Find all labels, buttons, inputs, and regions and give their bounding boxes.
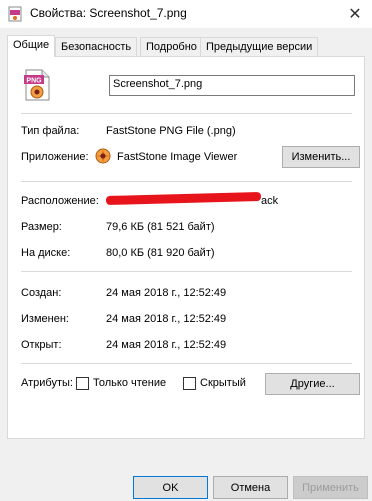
- size-label: Размер:: [21, 221, 62, 233]
- tab-previous-versions[interactable]: Предыдущие версии: [200, 37, 319, 56]
- change-app-button[interactable]: Изменить...: [282, 146, 360, 168]
- tab-bar: Общие Безопасность Подробно Предыдущие в…: [7, 35, 367, 57]
- general-panel: PNG Screenshot_7.png Тип файла: FastSton…: [7, 56, 365, 439]
- modified-value: 24 мая 2018 г., 12:52:49: [106, 313, 227, 325]
- created-value: 24 мая 2018 г., 12:52:49: [106, 287, 227, 299]
- other-attributes-button[interactable]: Другие...: [265, 373, 360, 395]
- file-type-label: Тип файла:: [21, 125, 80, 137]
- tab-general[interactable]: Общие: [7, 35, 56, 57]
- opened-value: 24 мая 2018 г., 12:52:49: [106, 339, 227, 351]
- separator: [21, 113, 352, 114]
- readonly-checkbox[interactable]: [76, 377, 89, 390]
- close-icon[interactable]: ✕: [338, 0, 372, 28]
- png-file-icon: PNG: [24, 69, 50, 101]
- location-value: ack: [261, 195, 279, 207]
- disk-size-label: На диске:: [21, 247, 71, 259]
- hidden-label[interactable]: Скрытый: [200, 377, 246, 389]
- apply-button[interactable]: Применить: [293, 476, 368, 499]
- file-name-field[interactable]: Screenshot_7.png: [109, 75, 355, 96]
- file-type-value: FastStone PNG File (.png): [106, 125, 236, 137]
- separator: [21, 181, 352, 182]
- window-title: Свойства: Screenshot_7.png: [30, 6, 187, 20]
- hidden-checkbox[interactable]: [183, 377, 196, 390]
- redaction-mark: [105, 191, 262, 206]
- location-label: Расположение:: [21, 195, 99, 207]
- readonly-label[interactable]: Только чтение: [93, 377, 166, 389]
- title-bar: Свойства: Screenshot_7.png ✕: [0, 0, 372, 28]
- tab-details[interactable]: Подробно: [140, 37, 203, 56]
- app-value: FastStone Image Viewer: [117, 151, 238, 163]
- modified-label: Изменен:: [21, 313, 69, 325]
- file-properties-icon: [8, 6, 22, 22]
- ok-button[interactable]: OK: [133, 476, 208, 499]
- separator: [21, 271, 352, 272]
- tab-security[interactable]: Безопасность: [55, 37, 138, 56]
- cancel-button[interactable]: Отмена: [213, 476, 288, 499]
- app-label: Приложение:: [21, 151, 89, 163]
- separator: [21, 363, 352, 364]
- created-label: Создан:: [21, 287, 62, 299]
- file-badge-text: PNG: [26, 78, 42, 85]
- faststone-app-icon: [95, 148, 111, 164]
- size-value: 79,6 КБ (81 521 байт): [106, 221, 215, 233]
- opened-label: Открыт:: [21, 339, 62, 351]
- attributes-label: Атрибуты:: [21, 377, 73, 389]
- disk-size-value: 80,0 КБ (81 920 байт): [106, 247, 215, 259]
